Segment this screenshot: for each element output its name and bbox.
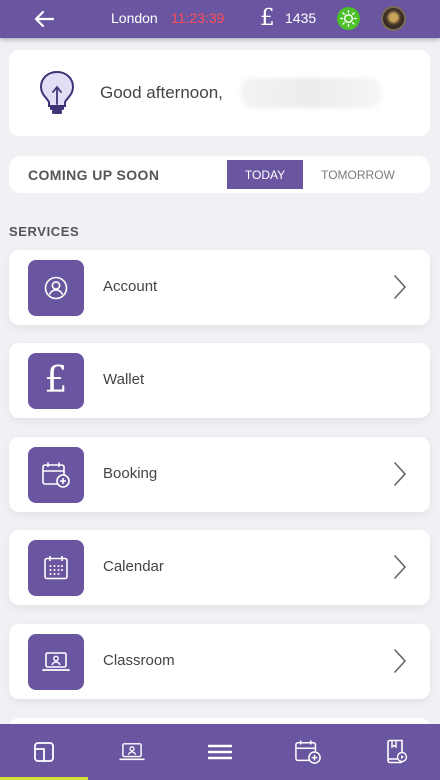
dashboard-icon	[34, 742, 54, 762]
booking-tile	[28, 447, 84, 503]
back-button[interactable]	[32, 8, 56, 30]
coming-up-card: COMING UP SOON TODAY TOMORROW	[9, 156, 430, 193]
classroom-icon	[119, 743, 145, 761]
service-booking[interactable]: Booking	[9, 437, 430, 512]
account-icon	[44, 276, 68, 300]
pound-icon: £	[260, 5, 275, 31]
service-label: Wallet	[103, 371, 145, 388]
services-title: SERVICES	[9, 224, 80, 239]
status-sun-icon[interactable]	[337, 7, 360, 30]
nav-booking[interactable]	[264, 724, 352, 780]
service-wallet[interactable]: £ Wallet	[9, 343, 430, 418]
service-label: Booking	[103, 465, 158, 482]
city-label: London	[111, 10, 158, 26]
greeting-card: Good afternoon,	[9, 50, 430, 136]
nav-dashboard[interactable]	[0, 724, 88, 780]
nav-book[interactable]	[352, 724, 440, 780]
wallet-tile: £	[28, 353, 84, 409]
service-label: Account	[103, 278, 158, 295]
account-tile	[28, 260, 84, 316]
chevron-right-icon	[394, 555, 407, 579]
service-calendar[interactable]: Calendar	[9, 530, 430, 605]
balance-value: 1435	[285, 10, 317, 26]
calendar-icon	[44, 556, 68, 580]
bottom-nav	[0, 724, 440, 780]
nav-menu[interactable]	[176, 724, 264, 780]
avatar[interactable]	[381, 6, 406, 31]
book-icon	[387, 739, 408, 764]
tab-tomorrow[interactable]: TOMORROW	[303, 160, 413, 189]
chevron-right-icon	[394, 649, 407, 673]
greeting-text: Good afternoon,	[100, 83, 223, 102]
tab-today[interactable]: TODAY	[227, 160, 303, 189]
back-arrow-icon	[34, 10, 55, 28]
calendar-tile	[28, 540, 84, 596]
service-label: Classroom	[103, 652, 175, 669]
user-name-redacted	[241, 78, 381, 108]
service-label: Calendar	[103, 558, 164, 575]
chevron-right-icon	[394, 275, 407, 299]
clock: 11:23:39	[171, 10, 225, 26]
classroom-tile	[28, 634, 84, 690]
menu-icon	[208, 744, 232, 760]
booking-icon	[42, 462, 70, 488]
top-bar: London 11:23:39 £ 1435	[0, 0, 440, 38]
pound-icon: £	[44, 360, 68, 401]
classroom-icon	[42, 652, 70, 671]
service-account[interactable]: Account	[9, 250, 430, 325]
chevron-right-icon	[394, 462, 407, 486]
lightbulb-icon	[39, 70, 75, 114]
nav-classroom[interactable]	[88, 724, 176, 780]
service-classroom[interactable]: Classroom	[9, 624, 430, 699]
booking-icon	[295, 740, 321, 764]
coming-up-label: COMING UP SOON	[28, 167, 160, 183]
